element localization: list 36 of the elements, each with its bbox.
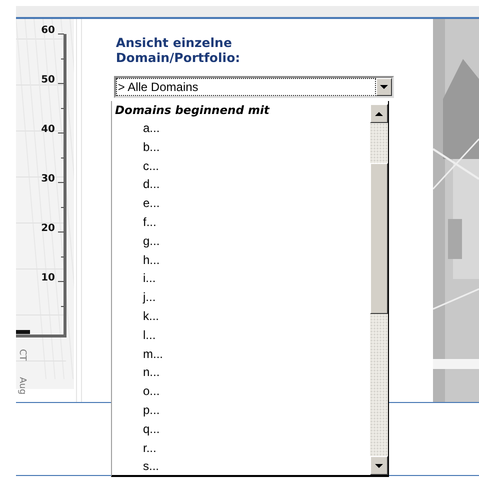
axis-label: 60 bbox=[41, 25, 55, 36]
list-option[interactable]: c... bbox=[112, 156, 370, 176]
axis-label: 10 bbox=[41, 272, 55, 284]
axis-label: CT bbox=[17, 349, 27, 361]
scrollbar[interactable] bbox=[370, 104, 388, 475]
list-group-header: Domains beginnend mit bbox=[114, 102, 271, 119]
list-option[interactable]: g... bbox=[112, 232, 370, 251]
list-option[interactable]: p... bbox=[112, 400, 370, 420]
list-option[interactable]: s... bbox=[112, 457, 370, 476]
list-option[interactable]: q... bbox=[112, 420, 370, 439]
list-option[interactable]: h... bbox=[112, 250, 370, 270]
list-option[interactable]: a... bbox=[112, 119, 370, 138]
list-option[interactable]: f... bbox=[112, 212, 370, 232]
list-option[interactable]: d... bbox=[112, 175, 370, 194]
list-option[interactable]: m... bbox=[112, 344, 370, 364]
list-option[interactable]: n... bbox=[112, 363, 370, 382]
list-option[interactable]: r... bbox=[112, 438, 370, 458]
axis-label: Aug bbox=[17, 377, 27, 395]
dropdown-button[interactable] bbox=[376, 78, 392, 96]
scroll-up-button[interactable] bbox=[370, 104, 388, 123]
scroll-thumb[interactable] bbox=[370, 163, 388, 314]
field-label: Ansicht einzelne Domain/Portfolio: bbox=[116, 35, 242, 65]
axis-label: 20 bbox=[41, 223, 55, 234]
axis-label: 50 bbox=[41, 74, 55, 86]
view-dropdown[interactable]: > Alle Domains bbox=[114, 76, 394, 98]
axis-label: 30 bbox=[41, 174, 55, 184]
list-option[interactable]: e... bbox=[112, 194, 370, 213]
list-option[interactable]: k... bbox=[112, 306, 370, 326]
chart-bar bbox=[16, 330, 30, 334]
scroll-down-button[interactable] bbox=[370, 456, 388, 475]
list-option[interactable]: j... bbox=[112, 288, 370, 307]
list-option[interactable]: b... bbox=[112, 138, 370, 157]
list-option[interactable]: o... bbox=[112, 382, 370, 401]
list-option[interactable]: l... bbox=[112, 326, 370, 345]
axis-label: 40 bbox=[41, 124, 55, 135]
list-option[interactable]: i... bbox=[112, 269, 370, 288]
